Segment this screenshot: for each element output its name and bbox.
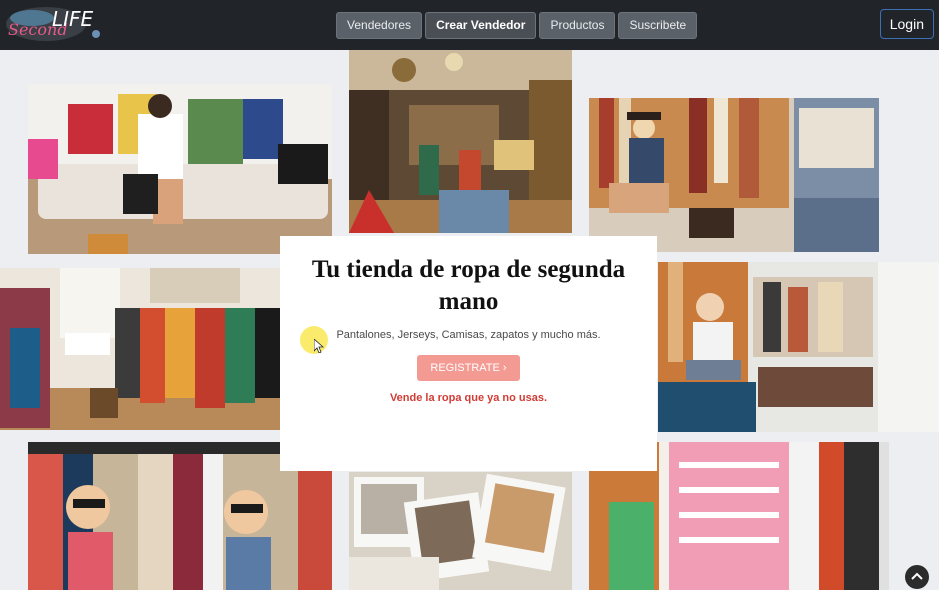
logo-word: LIFE (52, 7, 94, 31)
chevron-up-icon (911, 572, 923, 580)
nav-crear-vendedor-button[interactable]: Crear Vendedor (425, 12, 537, 39)
photo-woman-on-sofa-with-clothes (28, 84, 332, 254)
photo-woman-sitting-on-pouf (658, 262, 939, 432)
hero-tagline: Vende la ropa que ya no usas. (389, 392, 548, 404)
register-button[interactable]: REGISTRATE › (417, 355, 520, 381)
nav-productos-button[interactable]: Productos (539, 12, 616, 39)
logo-graphic: Second LIFE (6, 7, 100, 41)
nav-suscribete-button[interactable]: Suscribete (618, 12, 698, 39)
hero-title: Tu tienda de ropa de segunda mano (311, 256, 626, 315)
pointer-cursor-icon (314, 339, 324, 353)
nav-vendedores-button[interactable]: Vendedores (336, 12, 423, 39)
login-button[interactable]: Login (879, 9, 934, 39)
nav-links: Vendedores Crear Vendedor Productos Susc… (336, 12, 698, 39)
brand-logo[interactable]: Second LIFE (4, 4, 104, 44)
photo-polaroid-clothing-prints (349, 472, 572, 590)
hero-subtitle: Pantalones, Jerseys, Camisas, zapatos y … (336, 329, 601, 341)
photo-clothing-racks-room (0, 268, 280, 430)
hero-card: Tu tienda de ropa de segunda mano Pantal… (280, 236, 657, 471)
scroll-top-button[interactable] (905, 565, 929, 589)
photo-woman-in-closet-with-hat (589, 98, 879, 252)
photo-vintage-store-interior (349, 50, 572, 233)
navbar: Second LIFE Vendedores Crear Vendedor Pr… (0, 0, 939, 50)
